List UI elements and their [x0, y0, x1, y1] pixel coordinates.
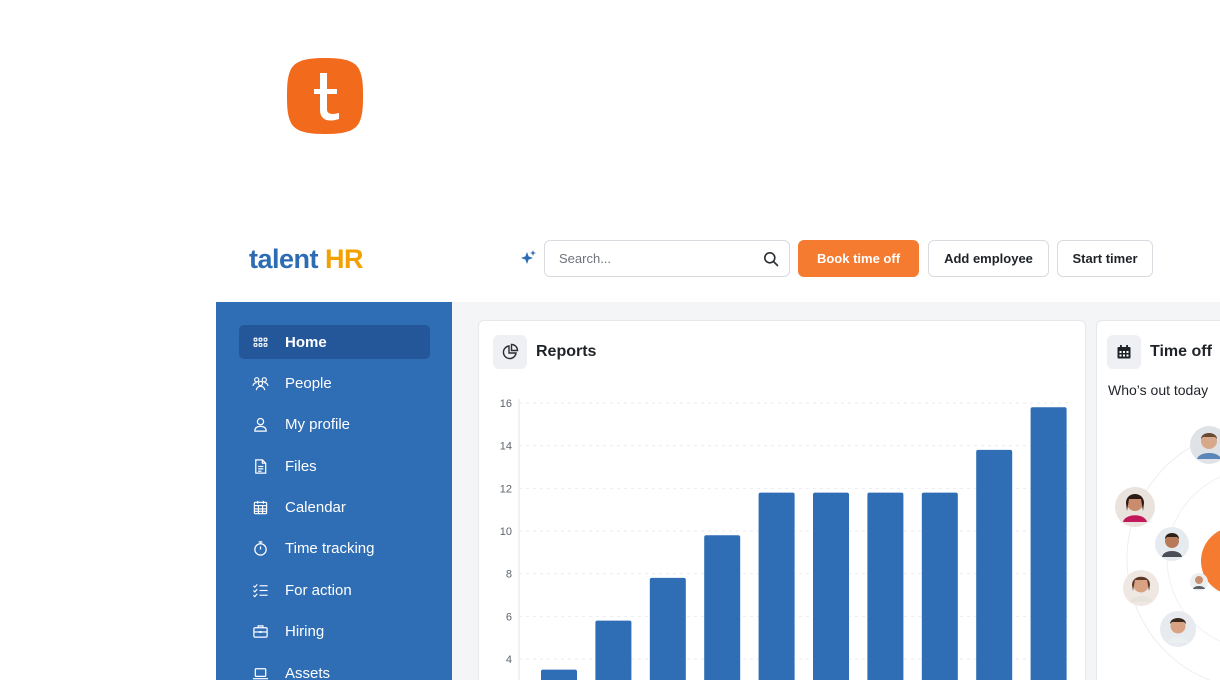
chart-bar[interactable]: [595, 620, 632, 680]
sidebar-item-label: Files: [285, 457, 317, 475]
calendar-icon: [251, 499, 269, 517]
y-tick-label: 10: [500, 526, 512, 538]
sidebar-item-calendar[interactable]: Calendar: [239, 491, 430, 525]
sidebar-item-for-action[interactable]: For action: [239, 573, 430, 607]
chart-bar[interactable]: [758, 492, 795, 680]
avatar[interactable]: [1160, 611, 1196, 647]
avatar[interactable]: [1115, 487, 1155, 527]
logo-text-hr: HR: [325, 244, 364, 274]
chart-bar[interactable]: [1030, 407, 1067, 680]
time-off-title: Time off: [1150, 343, 1212, 360]
chart-bar[interactable]: [921, 492, 958, 680]
chart-bar[interactable]: [813, 492, 849, 680]
reports-bar-chart: 4 6 8 10 12 14 16: [500, 398, 1071, 680]
user-icon: [251, 416, 269, 434]
app-logo-icon: [287, 58, 363, 134]
briefcase-icon: [251, 623, 269, 641]
calendar-icon: [1107, 335, 1141, 369]
app-body: Home People My profile Files Calendar Ti…: [216, 302, 1220, 680]
sidebar-item-home[interactable]: Home: [239, 325, 430, 359]
logo-text-talent: talent: [249, 244, 319, 274]
stopwatch-icon: [251, 540, 269, 558]
search-input[interactable]: [559, 251, 763, 266]
whos-out-today-label: Who’s out today: [1108, 382, 1209, 398]
chart-bar[interactable]: [704, 535, 741, 680]
sidebar-item-my-profile[interactable]: My profile: [239, 408, 430, 442]
add-employee-button[interactable]: Add employee: [928, 240, 1049, 277]
chart-bar[interactable]: [541, 669, 577, 680]
sidebar-item-files[interactable]: Files: [239, 449, 430, 483]
people-icon: [251, 374, 269, 392]
y-tick-label: 6: [506, 611, 512, 623]
search-box[interactable]: [544, 240, 790, 277]
reports-card: Reports 4 6 8 10 12 14 16: [478, 320, 1086, 680]
chart-bar[interactable]: [867, 492, 904, 680]
avatar[interactable]: [1155, 527, 1189, 561]
sidebar-item-label: For action: [285, 581, 352, 599]
avatar[interactable]: [1123, 570, 1159, 606]
chart-bar[interactable]: [976, 449, 1013, 680]
y-tick-label: 12: [500, 483, 512, 495]
time-off-header: Time off: [1107, 335, 1212, 369]
avatar[interactable]: [1190, 573, 1208, 591]
y-tick-label: 16: [500, 398, 512, 410]
ai-sparkle-icon[interactable]: [519, 249, 537, 267]
sidebar-item-label: Hiring: [285, 623, 325, 641]
checklist-icon: [251, 581, 269, 599]
sidebar-item-label: Assets: [285, 664, 331, 680]
avatar[interactable]: [1190, 426, 1220, 464]
time-off-card: Time off Who’s out today: [1096, 320, 1220, 680]
sidebar-item-label: Calendar: [285, 499, 346, 517]
sidebar-item-label: Home: [285, 333, 327, 351]
sidebar-item-assets[interactable]: Assets: [239, 656, 430, 680]
file-icon: [251, 457, 269, 475]
search-icon[interactable]: [763, 251, 779, 267]
sidebar-item-label: My profile: [285, 416, 351, 434]
y-tick-label: 8: [506, 569, 512, 581]
sidebar-item-hiring[interactable]: Hiring: [239, 615, 430, 649]
sidebar-item-time-tracking[interactable]: Time tracking: [239, 532, 430, 566]
sidebar: Home People My profile Files Calendar Ti…: [216, 302, 452, 680]
start-timer-button[interactable]: Start timer: [1057, 240, 1153, 277]
sidebar-item-label: People: [285, 374, 332, 392]
sidebar-item-label: Time tracking: [285, 540, 375, 558]
y-tick-label: 14: [500, 441, 512, 453]
laptop-icon: [251, 664, 269, 680]
grid-icon: [251, 333, 269, 351]
y-tick-label: 4: [506, 654, 512, 666]
chart-bar[interactable]: [649, 577, 686, 680]
sidebar-item-people[interactable]: People: [239, 366, 430, 400]
book-time-off-button[interactable]: Book time off: [798, 240, 919, 277]
talenthr-logo[interactable]: talent HR: [249, 243, 364, 275]
whos-out-visual: [1115, 426, 1220, 680]
